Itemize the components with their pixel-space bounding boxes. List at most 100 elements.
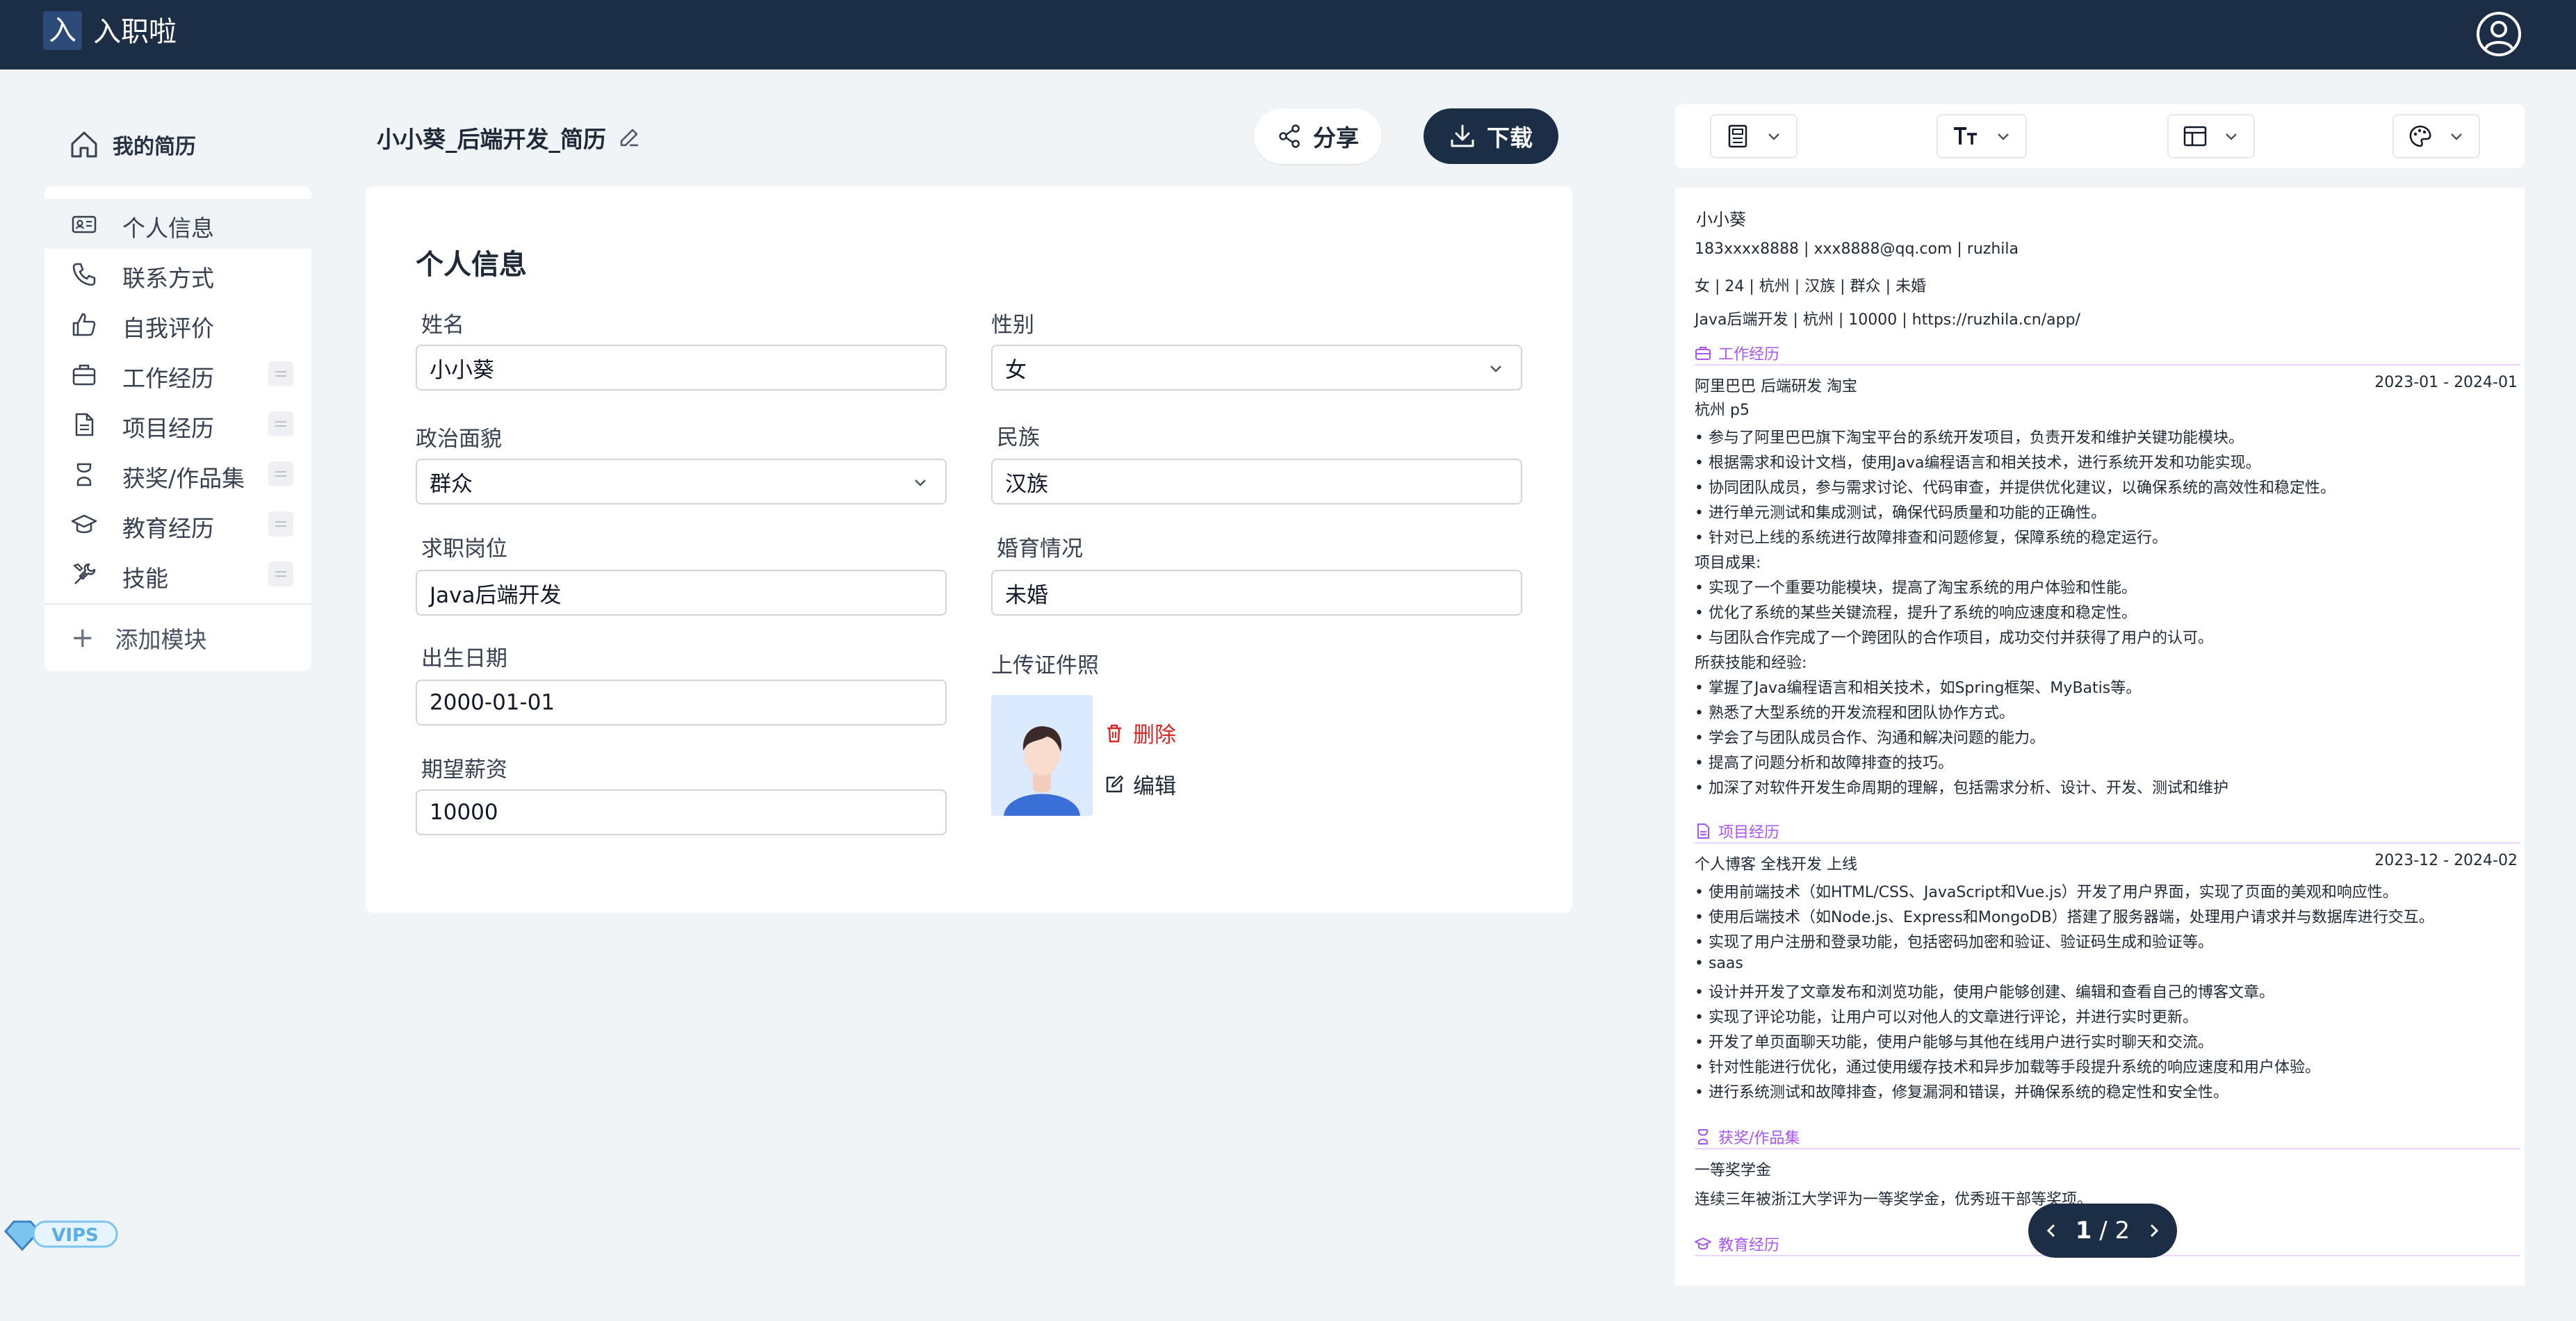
app-name[interactable]: 入职啦	[93, 13, 177, 51]
work-line: • 提高了问题分析和故障排查的技巧。	[1695, 755, 1953, 772]
drag-handle-icon[interactable]	[268, 561, 293, 586]
preview-project-heading: 项目经历	[1695, 820, 2520, 844]
resume-title[interactable]: 小小葵_后端开发_简历	[377, 118, 641, 157]
education-heading-text: 教育经历	[1718, 1237, 1780, 1254]
project-dates: 2023-12 - 2024-02	[2374, 852, 2518, 869]
sidebar-item-personal-info[interactable]: 个人信息	[44, 199, 311, 249]
preview-toolbar	[1675, 104, 2525, 168]
ethnicity-label: 民族	[997, 425, 1040, 450]
politics-select[interactable]: 群众	[416, 459, 947, 504]
birth-date-field[interactable]: 2000-01-01	[416, 680, 947, 725]
chevron-left-icon[interactable]	[2042, 1222, 2060, 1240]
preview-job-intent: Java后端开发 | 杭州 | 10000 | https://ruzhila.…	[1695, 311, 2080, 329]
chevron-down-icon	[2226, 133, 2237, 140]
chevron-down-icon	[1490, 366, 1501, 372]
preview-work-heading: 工作经历	[1695, 342, 2520, 366]
edit-photo-button[interactable]: 编辑	[1104, 769, 1176, 800]
chevron-down-icon	[915, 479, 926, 486]
sidebar-item-contact[interactable]: 联系方式	[44, 249, 311, 299]
drag-handle-icon[interactable]	[268, 361, 293, 386]
work-line: • 学会了与团队成员合作、沟通和解决问题的能力。	[1695, 730, 2045, 747]
layout-dropdown[interactable]	[2167, 114, 2255, 158]
sidebar-item-label: 技能	[122, 565, 168, 592]
delete-photo-button[interactable]: 删除	[1104, 717, 1176, 748]
palette-icon	[2409, 125, 2431, 147]
award-description: 连续三年被浙江大学评为一等奖学金，优秀班干部等奖项。	[1695, 1191, 2093, 1208]
id-photo[interactable]	[991, 695, 1093, 816]
font-size-dropdown[interactable]	[1937, 114, 2027, 158]
ethnicity-field[interactable]: 汉族	[991, 459, 1522, 504]
download-icon	[1451, 124, 1474, 147]
share-button[interactable]: 分享	[1254, 108, 1382, 164]
download-button[interactable]: 下载	[1424, 108, 1558, 164]
theme-color-dropdown[interactable]	[2392, 114, 2480, 158]
layout-icon	[2183, 126, 2207, 147]
top-bar	[0, 0, 2576, 69]
drag-handle-icon[interactable]	[268, 411, 293, 436]
graduation-cap-icon	[71, 514, 97, 534]
sidebar-item-self-evaluation[interactable]: 自我评价	[44, 299, 311, 349]
current-page: 1	[2075, 1217, 2092, 1245]
project-heading-text: 项目经历	[1718, 824, 1780, 842]
preview-pager: 1 / 2	[2028, 1204, 2177, 1258]
work-line: 项目成果:	[1695, 555, 1761, 572]
work-line: 所获技能和经验:	[1695, 655, 1807, 672]
sidebar-item-work[interactable]: 工作经历	[44, 349, 311, 399]
politics-value: 群众	[430, 471, 473, 497]
sidebar-divider	[44, 603, 311, 605]
sidebar-item-education[interactable]: 教育经历	[44, 499, 311, 549]
sidebar-item-awards[interactable]: 获奖/作品集	[44, 449, 311, 499]
preview-awards-heading: 获奖/作品集	[1695, 1126, 2520, 1149]
sidebar-item-label: 个人信息	[122, 215, 214, 242]
resume-preview: 小小葵 183xxxx8888 | xxx8888@qq.com | ruzhi…	[1675, 188, 2525, 1286]
sidebar-item-label: 工作经历	[122, 365, 214, 392]
marital-label: 婚育情况	[997, 536, 1083, 561]
drag-handle-icon[interactable]	[268, 461, 293, 486]
work-city-line: 杭州 p5	[1695, 402, 1750, 419]
template-dropdown[interactable]	[1710, 114, 1798, 158]
add-module-label: 添加模块	[115, 626, 207, 653]
position-field[interactable]: Java后端开发	[416, 570, 947, 616]
sidebar-item-label: 项目经历	[122, 415, 214, 442]
gender-select[interactable]: 女	[991, 345, 1522, 391]
work-line: • 参与了阿里巴巴旗下淘宝平台的系统开发项目，负责开发和维护关键功能模块。	[1695, 429, 2244, 447]
avatar-image	[991, 695, 1093, 816]
project-line: • 使用后端技术（如Node.js、Express和MongoDB）搭建了服务器…	[1695, 909, 2434, 926]
awards-heading-text: 获奖/作品集	[1718, 1130, 1800, 1147]
marital-field[interactable]: 未婚	[991, 570, 1522, 616]
preview-basic-info: 女 | 24 | 杭州 | 汉族 | 群众 | 未婚	[1695, 278, 1926, 295]
preview-contact: 183xxxx8888 | xxx8888@qq.com | ruzhila	[1695, 240, 2019, 258]
vip-badge-text: VIPS	[51, 1225, 99, 1246]
add-module-button[interactable]: + 添加模块	[71, 617, 207, 659]
thumbs-up-icon	[72, 313, 96, 336]
drag-handle-icon[interactable]	[268, 511, 293, 536]
my-resume-label: 我的简历	[113, 135, 196, 159]
id-card-icon	[72, 215, 97, 233]
salary-field[interactable]: 10000	[416, 789, 947, 835]
project-title-line: 个人博客 全栈开发 上线	[1695, 856, 1857, 873]
sidebar-item-label: 联系方式	[122, 265, 214, 292]
page-indicator: 1 / 2	[2076, 1217, 2130, 1245]
my-resume-link[interactable]: 我的简历	[68, 124, 196, 165]
vip-badge[interactable]: VIPS	[3, 1215, 120, 1254]
sidebar-item-projects[interactable]: 项目经历	[44, 399, 311, 449]
home-icon	[71, 131, 97, 158]
template-icon	[1728, 124, 1747, 148]
name-field[interactable]: 小小葵	[416, 345, 947, 391]
document-icon	[1697, 823, 1709, 839]
edit-title-icon[interactable]	[617, 126, 641, 149]
edit-icon	[1106, 775, 1124, 792]
project-line: • 设计并开发了文章发布和浏览功能，使用户能够创建、编辑和查看自己的博客文章。	[1695, 984, 2274, 1001]
gender-label: 性别	[991, 313, 1034, 338]
award-title: 一等奖学金	[1695, 1162, 1772, 1179]
project-line: • saas	[1695, 955, 1743, 972]
document-icon	[75, 413, 94, 436]
text-size-icon	[1954, 127, 1977, 145]
briefcase-icon	[72, 364, 96, 386]
chevron-right-icon[interactable]	[2145, 1222, 2163, 1240]
chevron-down-icon	[1768, 133, 1779, 140]
sidebar-item-skills[interactable]: 技能	[44, 549, 311, 599]
work-line: • 掌握了Java编程语言和相关技术，如Spring框架、MyBatis等。	[1695, 680, 2142, 697]
app-logo[interactable]: 入	[43, 11, 82, 50]
user-account-icon[interactable]	[2476, 11, 2522, 57]
